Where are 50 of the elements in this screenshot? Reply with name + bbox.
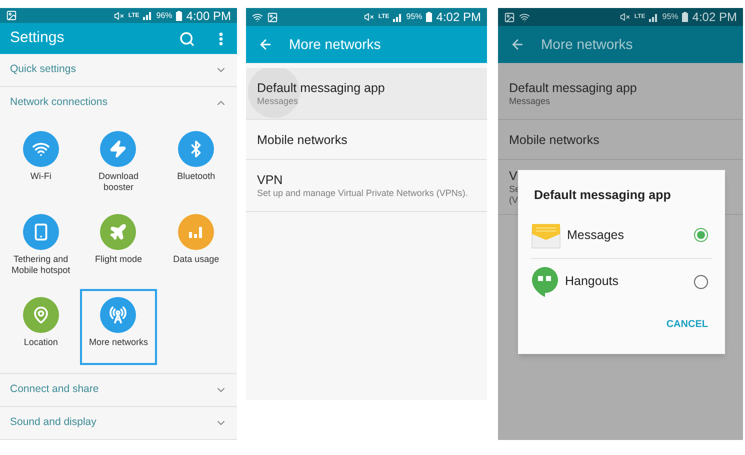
battery-icon [176, 10, 182, 21]
back-icon[interactable] [258, 37, 273, 52]
mute-icon [620, 12, 630, 22]
image-icon [267, 12, 278, 22]
back-icon[interactable] [510, 37, 525, 52]
battery-icon [682, 12, 688, 22]
dialog-title: Default messaging app [533, 187, 672, 204]
wifi-icon [519, 12, 530, 22]
settings-tile[interactable]: Tethering and Mobile hotspot [2, 206, 80, 282]
search-icon[interactable] [179, 30, 195, 47]
list-item[interactable]: Mobile networks [498, 120, 743, 160]
settings-tile[interactable]: Wi-Fi [2, 123, 80, 199]
ripple [248, 68, 300, 118]
status-time: 4:00 PM [186, 10, 231, 22]
option-label: Hangouts [565, 273, 620, 290]
image-icon [504, 12, 515, 22]
settings-tile[interactable]: Data usage [157, 206, 235, 282]
image-icon [6, 10, 17, 22]
section-header[interactable]: Sound and display [0, 407, 237, 439]
screen-title: More networks [289, 35, 381, 54]
option-label: Messages [567, 226, 625, 244]
settings-tile[interactable]: Location [2, 289, 80, 365]
list-item[interactable]: Default messaging app Messages [246, 68, 487, 120]
status-time: 4:02 PM [436, 11, 481, 23]
battery-percent: 95% [406, 13, 422, 21]
signal-icon [143, 11, 152, 20]
signal-icon [649, 12, 658, 22]
radio-button[interactable] [694, 228, 708, 242]
screen-title: Settings [10, 28, 66, 48]
section-header[interactable]: Quick settings [0, 54, 237, 86]
chat-bubble-icon [531, 266, 559, 298]
list-item[interactable]: VPN Set up and manage Virtual Private Networks (VPNs). [246, 160, 487, 212]
list-item[interactable]: Default messaging app Messages [498, 68, 743, 120]
settings-tile[interactable]: Download booster [80, 123, 158, 199]
wifi-icon [252, 12, 263, 22]
section-header[interactable]: Connect and share [0, 374, 237, 406]
list-item[interactable]: Mobile networks [246, 120, 487, 160]
screen-title: More networks [541, 35, 633, 54]
battery-icon [426, 12, 432, 22]
settings-tile[interactable]: Flight mode [80, 206, 158, 282]
radio-button[interactable] [694, 274, 708, 289]
mute-icon [364, 12, 374, 22]
settings-tile[interactable]: Bluetooth [157, 123, 235, 199]
settings-tile[interactable]: More networks [80, 289, 158, 365]
status-time: 4:02 PM [692, 11, 737, 23]
battery-percent: 96% [156, 12, 172, 20]
section-header[interactable]: Network connections [0, 87, 237, 119]
battery-percent: 95% [662, 13, 678, 21]
mute-icon [114, 10, 124, 21]
signal-icon [393, 12, 402, 22]
